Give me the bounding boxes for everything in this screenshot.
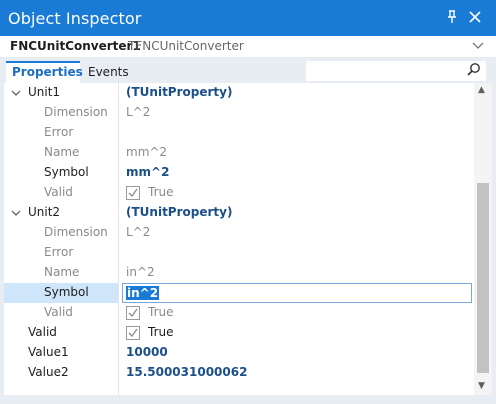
property-value: True xyxy=(148,305,174,319)
chevron-down-icon[interactable] xyxy=(10,87,22,99)
property-row[interactable]: Error xyxy=(4,123,474,143)
property-value[interactable]: in^2 xyxy=(126,265,155,279)
scroll-up-icon[interactable]: ▲ xyxy=(478,85,485,95)
window-title: Object Inspector xyxy=(8,9,142,28)
property-value[interactable]: (TUnitProperty) xyxy=(126,85,232,99)
property-value[interactable]: (TUnitProperty) xyxy=(126,205,232,219)
search-input[interactable] xyxy=(306,61,486,81)
chevron-down-icon[interactable] xyxy=(10,207,22,219)
property-name: Unit1 xyxy=(28,85,61,99)
property-value[interactable]: mm^2 xyxy=(126,165,169,179)
property-name: Error xyxy=(44,125,74,139)
property-name: Dimension xyxy=(44,105,108,119)
property-name: Value1 xyxy=(28,345,69,359)
property-name: Name xyxy=(44,265,80,279)
property-name: Unit2 xyxy=(28,205,61,219)
property-row[interactable]: Value2 15.500031000062 xyxy=(4,363,474,383)
valid-checkbox[interactable] xyxy=(126,306,140,320)
close-icon[interactable] xyxy=(466,9,484,27)
property-name: Valid xyxy=(28,325,57,339)
property-name: Dimension xyxy=(44,225,108,239)
property-value[interactable]: mm^2 xyxy=(126,145,167,159)
property-row[interactable]: Name mm^2 xyxy=(4,143,474,163)
object-inspector-window: Object Inspector FNCUnitConverter1 TFNCU… xyxy=(0,0,496,404)
scroll-down-icon[interactable]: ▼ xyxy=(478,381,485,391)
property-row[interactable]: Dimension L^2 xyxy=(4,103,474,123)
object-selector[interactable]: FNCUnitConverter1 TFNCUnitConverter xyxy=(0,36,496,58)
property-row[interactable]: Dimension L^2 xyxy=(4,223,474,243)
property-name: Symbol xyxy=(44,165,89,179)
vertical-scrollbar[interactable]: ▲ ▼ xyxy=(474,83,492,395)
property-value: True xyxy=(148,185,174,199)
property-row[interactable]: Value1 10000 xyxy=(4,343,474,363)
pin-icon[interactable] xyxy=(444,10,460,26)
property-row[interactable]: Unit2 (TUnitProperty) xyxy=(4,203,474,223)
property-value[interactable]: L^2 xyxy=(126,105,150,119)
scrollbar-thumb[interactable] xyxy=(477,183,489,373)
valid-checkbox[interactable] xyxy=(126,186,140,200)
selected-text[interactable]: in^2 xyxy=(126,286,160,300)
valid-checkbox[interactable] xyxy=(126,326,140,340)
property-row[interactable]: Valid True xyxy=(4,303,474,323)
object-type: TFNCUnitConverter xyxy=(128,39,244,53)
property-value[interactable]: 10000 xyxy=(126,345,168,359)
property-name: Symbol xyxy=(44,285,89,299)
property-row-selected[interactable]: Symbol in^2 xyxy=(4,283,474,303)
tab-events[interactable]: Events xyxy=(82,61,134,83)
property-name: Error xyxy=(44,245,74,259)
property-row[interactable]: Valid True xyxy=(4,323,474,343)
property-row[interactable]: Unit1 (TUnitProperty) xyxy=(4,83,474,103)
property-row[interactable]: Error xyxy=(4,243,474,263)
property-value[interactable]: 15.500031000062 xyxy=(126,365,247,379)
chevron-down-icon[interactable] xyxy=(472,38,486,54)
symbol-value-editor[interactable]: in^2 xyxy=(122,283,472,303)
object-name: FNCUnitConverter1 xyxy=(10,39,141,53)
property-row[interactable]: Valid True xyxy=(4,183,474,203)
property-grid: Unit1 (TUnitProperty) Dimension L^2 Erro… xyxy=(4,83,474,395)
search-icon[interactable] xyxy=(466,62,482,78)
inspector-tabs: Properties Events xyxy=(0,59,496,83)
property-row[interactable]: Name in^2 xyxy=(4,263,474,283)
property-name: Valid xyxy=(44,185,73,199)
property-value: True xyxy=(148,325,174,339)
tab-properties[interactable]: Properties xyxy=(6,61,83,83)
title-bar[interactable]: Object Inspector xyxy=(0,0,496,36)
property-row[interactable]: Symbol mm^2 xyxy=(4,163,474,183)
property-name: Valid xyxy=(44,305,73,319)
property-name: Value2 xyxy=(28,365,69,379)
property-name: Name xyxy=(44,145,80,159)
property-value[interactable]: L^2 xyxy=(126,225,150,239)
